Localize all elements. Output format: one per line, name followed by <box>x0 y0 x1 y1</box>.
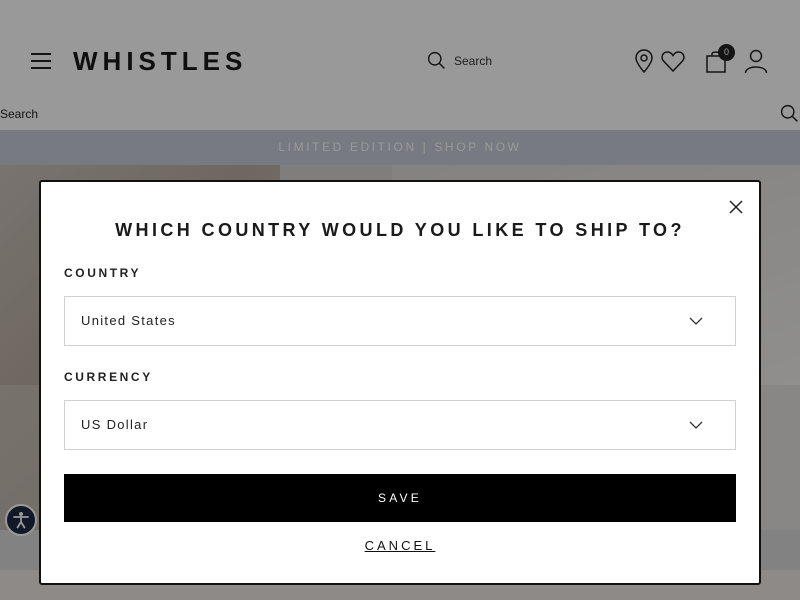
ship-to-modal: WHICH COUNTRY WOULD YOU LIKE TO SHIP TO?… <box>39 180 761 585</box>
currency-select-value: US Dollar <box>81 417 149 432</box>
country-select-value: United States <box>81 313 176 328</box>
cancel-link[interactable]: CANCEL <box>41 538 759 553</box>
chevron-down-icon <box>689 317 703 325</box>
save-button[interactable]: SAVE <box>64 474 736 522</box>
close-icon[interactable] <box>727 198 745 216</box>
currency-label: CURRENCY <box>64 370 153 384</box>
country-select[interactable]: United States <box>64 296 736 346</box>
chevron-down-icon <box>689 421 703 429</box>
currency-select[interactable]: US Dollar <box>64 400 736 450</box>
modal-title: WHICH COUNTRY WOULD YOU LIKE TO SHIP TO? <box>115 220 685 240</box>
country-label: COUNTRY <box>64 266 142 280</box>
